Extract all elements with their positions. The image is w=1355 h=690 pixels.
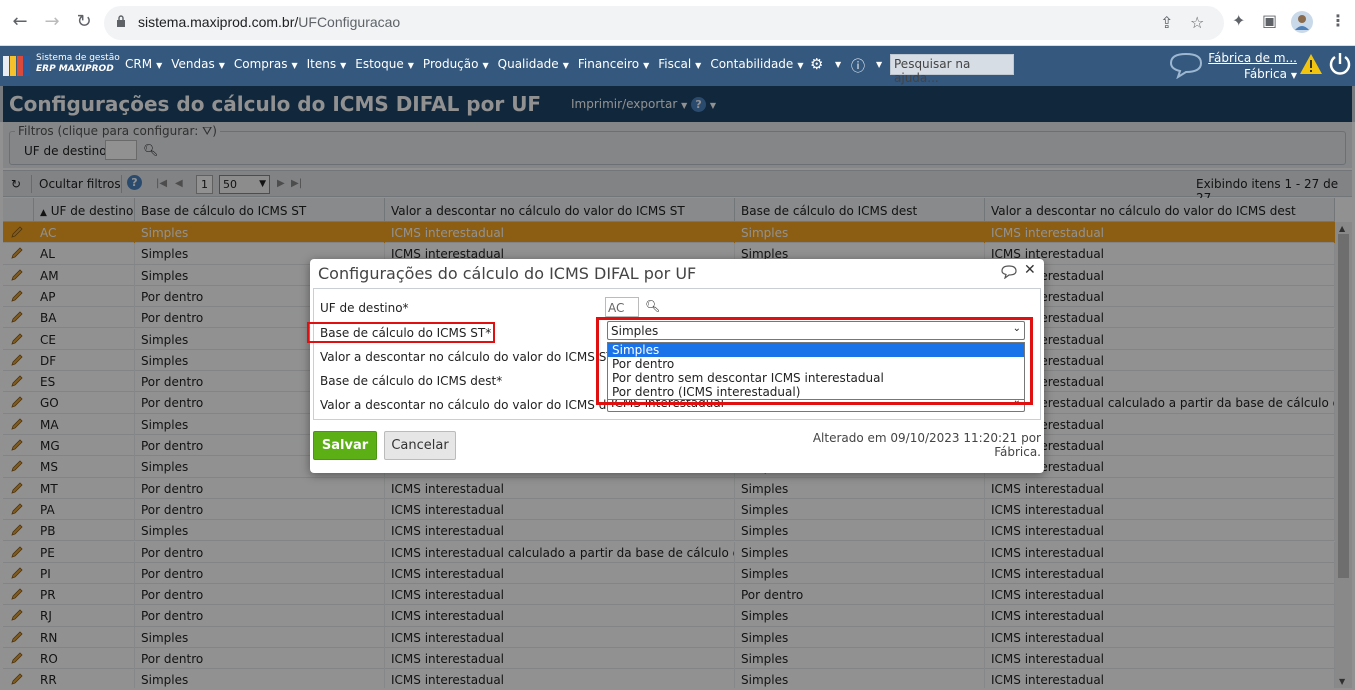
browser-toolbar: ← → ↻ sistema.maxiprod.com.br/UFConfigur… xyxy=(0,0,1355,46)
menu-qualidade[interactable]: Qualidade ▼ xyxy=(498,57,569,71)
warning-icon[interactable] xyxy=(1299,53,1323,75)
logout-icon[interactable] xyxy=(1328,52,1352,76)
dialog-close-icon[interactable]: ✕ xyxy=(1024,262,1036,278)
save-button[interactable]: Salvar xyxy=(313,431,377,460)
profile-avatar[interactable] xyxy=(1290,10,1314,34)
bookmark-star-icon[interactable]: ☆ xyxy=(1190,13,1204,32)
back-icon[interactable]: ← xyxy=(8,10,32,34)
menu-producao[interactable]: Produção ▼ xyxy=(423,57,489,71)
uf-destino-input[interactable]: AC xyxy=(605,297,639,317)
dialog-comment-icon[interactable] xyxy=(1001,265,1017,279)
extensions-icon[interactable]: ✦ xyxy=(1232,11,1245,30)
last-modified-text: Alterado em 09/10/2023 11:20:21 por Fábr… xyxy=(812,431,1041,459)
chat-icon[interactable] xyxy=(1168,51,1204,79)
menu-fiscal[interactable]: Fiscal ▼ xyxy=(658,57,701,71)
sidepanel-icon[interactable]: ▣ xyxy=(1262,11,1277,30)
share-icon[interactable]: ⇪ xyxy=(1160,13,1173,32)
highlight-box-dropdown xyxy=(596,317,1033,405)
help-icon[interactable]: ⓘ xyxy=(851,56,865,76)
menu-itens[interactable]: Itens ▼ xyxy=(307,57,347,71)
more-menu-icon[interactable]: ⋮ xyxy=(1330,11,1346,30)
cancel-button[interactable]: Cancelar xyxy=(384,431,456,460)
menu-estoque[interactable]: Estoque ▼ xyxy=(355,57,414,71)
logo-text: Sistema de gestão ERP MAXIPROD xyxy=(36,53,120,74)
menu-financeiro[interactable]: Financeiro ▼ xyxy=(578,57,649,71)
help-search-input[interactable]: Pesquisar na ajuda... xyxy=(890,54,1014,85)
address-bar[interactable]: sistema.maxiprod.com.br/UFConfiguracao ⇪… xyxy=(104,6,1224,40)
gear-icon[interactable]: ⚙ xyxy=(810,55,823,73)
forward-icon[interactable]: → xyxy=(40,10,64,34)
menu-crm[interactable]: CRM ▼ xyxy=(125,57,162,71)
gear-caret-icon[interactable]: ▼ xyxy=(835,60,841,69)
uf-search-icon[interactable]: 🔍︎ xyxy=(645,299,660,313)
url-text: sistema.maxiprod.com.br/UFConfiguracao xyxy=(138,14,401,30)
help-caret-icon[interactable]: ▼ xyxy=(876,60,882,69)
app-navbar: Sistema de gestão ERP MAXIPROD CRM ▼ Vend… xyxy=(0,46,1355,86)
valor-st-label: Valor a descontar no cálculo do valor do… xyxy=(320,350,620,364)
reload-icon[interactable]: ↻ xyxy=(72,10,96,34)
lock-icon xyxy=(117,15,125,27)
logo-icon xyxy=(3,56,30,76)
menu-contabilidade[interactable]: Contabilidade ▼ xyxy=(710,57,803,71)
company-menu[interactable]: Fábrica de m... Fábrica ▼ xyxy=(1205,50,1297,84)
main-menu: CRM ▼ Vendas ▼ Compras ▼ Itens ▼ Estoque ▼ Pr… xyxy=(125,57,812,71)
menu-vendas[interactable]: Vendas ▼ xyxy=(171,57,225,71)
base-dest-label: Base de cálculo do ICMS dest* xyxy=(320,374,503,388)
uf-destino-label: UF de destino* xyxy=(320,301,409,315)
dialog-title: Configurações do cálculo do ICMS DIFAL p… xyxy=(318,264,697,283)
highlight-box-label xyxy=(307,322,495,343)
valor-dest-label: Valor a descontar no cálculo do valor do… xyxy=(320,398,631,412)
menu-compras[interactable]: Compras ▼ xyxy=(234,57,298,71)
